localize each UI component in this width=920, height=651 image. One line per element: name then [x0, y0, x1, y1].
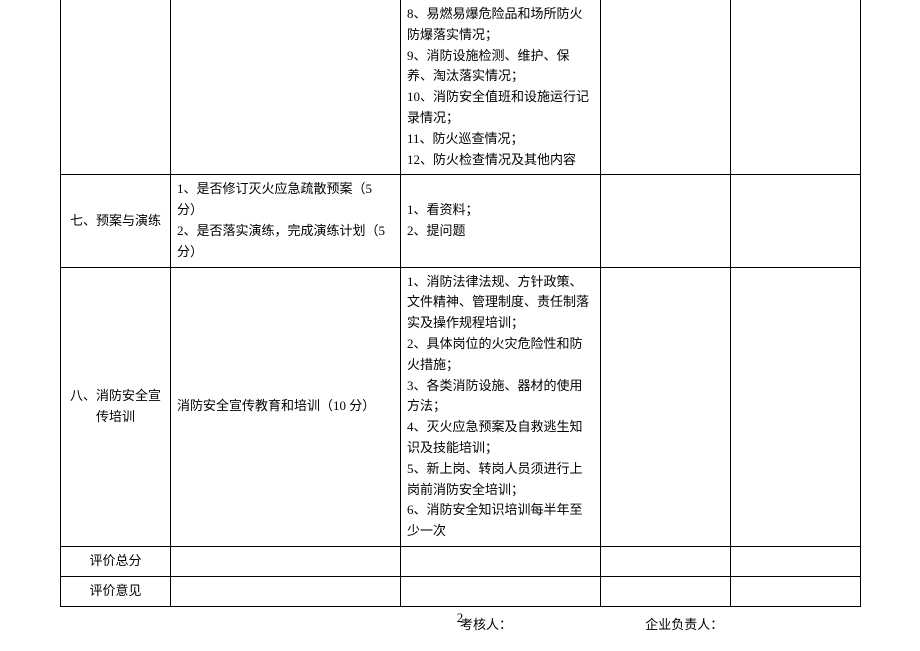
cell-empty	[401, 576, 601, 606]
cell-empty	[601, 546, 731, 576]
table-row: 七、预案与演练 1、是否修订灭火应急疏散预案（5 分）2、是否落实演练，完成演练…	[61, 175, 861, 267]
cell-method: 8、易燃易爆危险品和场所防火防爆落实情况；9、消防设施检测、维护、保养、淘汰落实…	[401, 0, 601, 175]
cell-empty	[401, 546, 601, 576]
cell-remark	[731, 267, 861, 546]
cell-method: 1、看资料；2、提问题	[401, 175, 601, 267]
cell-category	[61, 0, 171, 175]
table-row: 8、易燃易爆危险品和场所防火防爆落实情况；9、消防设施检测、维护、保养、淘汰落实…	[61, 0, 861, 175]
cell-method: 1、消防法律法规、方针政策、文件精神、管理制度、责任制落实及操作规程培训；2、具…	[401, 267, 601, 546]
table-row-total: 评价总分	[61, 546, 861, 576]
cell-empty	[171, 546, 401, 576]
cell-remark	[731, 175, 861, 267]
cell-total-label: 评价总分	[61, 546, 171, 576]
cell-category: 八、消防安全宣传培训	[61, 267, 171, 546]
table-row: 八、消防安全宣传培训 消防安全宣传教育和培训（10 分） 1、消防法律法规、方针…	[61, 267, 861, 546]
cell-item: 消防安全宣传教育和培训（10 分）	[171, 267, 401, 546]
cell-score	[601, 175, 731, 267]
page-number: 2	[0, 610, 920, 626]
cell-empty	[731, 576, 861, 606]
cell-category: 七、预案与演练	[61, 175, 171, 267]
cell-score	[601, 0, 731, 175]
cell-empty	[171, 576, 401, 606]
cell-item: 1、是否修订灭火应急疏散预案（5 分）2、是否落实演练，完成演练计划（5 分）	[171, 175, 401, 267]
cell-empty	[731, 546, 861, 576]
table-row-opinion: 评价意见	[61, 576, 861, 606]
document-page: 8、易燃易爆危险品和场所防火防爆落实情况；9、消防设施检测、维护、保养、淘汰落实…	[0, 0, 920, 635]
cell-item	[171, 0, 401, 175]
cell-empty	[601, 576, 731, 606]
cell-score	[601, 267, 731, 546]
cell-opinion-label: 评价意见	[61, 576, 171, 606]
cell-remark	[731, 0, 861, 175]
assessment-table: 8、易燃易爆危险品和场所防火防爆落实情况；9、消防设施检测、维护、保养、淘汰落实…	[60, 0, 861, 607]
